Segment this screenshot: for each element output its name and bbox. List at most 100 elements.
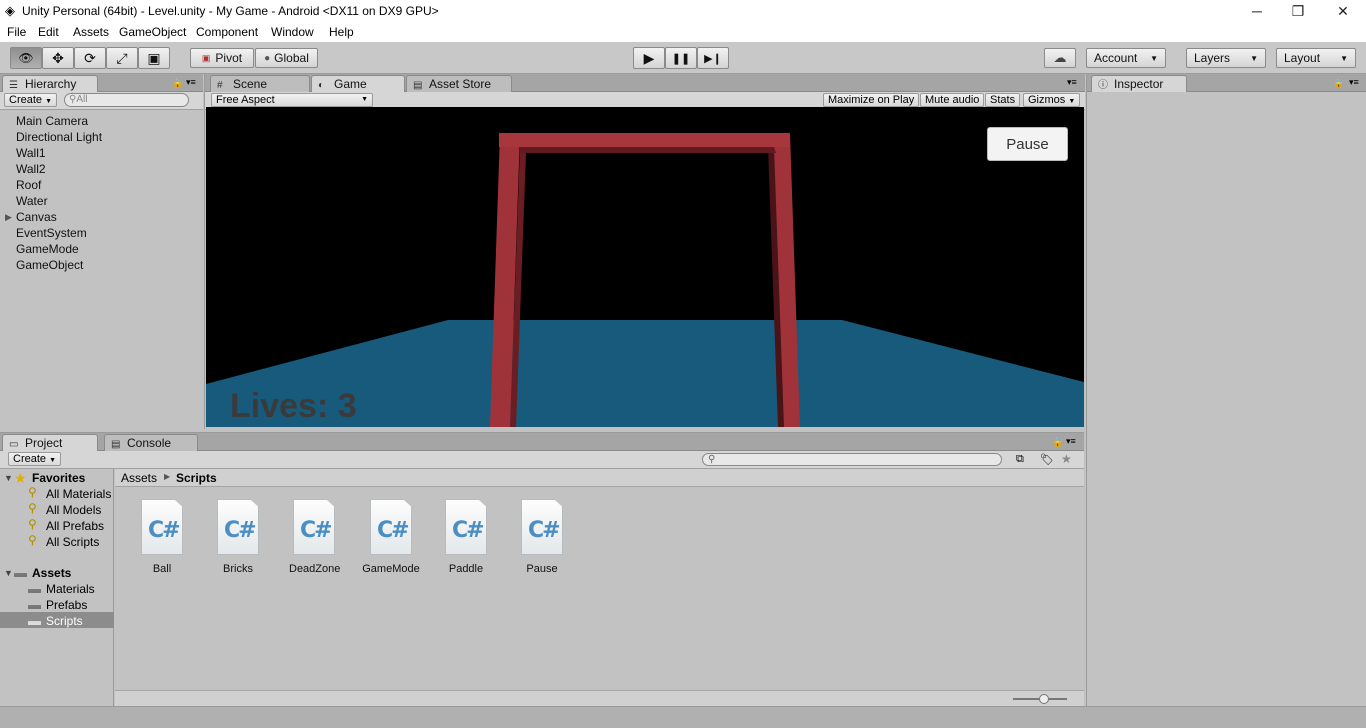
- script-asset[interactable]: C# Paddle: [441, 499, 491, 575]
- favorite-star-icon[interactable]: ★: [1061, 452, 1072, 466]
- dropdown-arrow-icon: ▼: [45, 98, 53, 105]
- project-create-button[interactable]: Create ▼: [8, 452, 62, 466]
- menu-assets[interactable]: Assets: [73, 25, 109, 39]
- tab-game[interactable]: ◐ Game: [311, 75, 405, 92]
- breadcrumb-assets[interactable]: Assets: [121, 471, 157, 485]
- hierarchy-item[interactable]: Main Camera: [16, 114, 88, 128]
- menu-file[interactable]: File: [7, 25, 26, 39]
- layout-dropdown[interactable]: Layout ▼: [1276, 48, 1356, 68]
- project-search-input[interactable]: ⚲: [702, 453, 1002, 466]
- rect-tool-button[interactable]: ▣: [138, 47, 170, 69]
- lives-text: Lives: 3: [230, 387, 357, 425]
- play-button[interactable]: ▶: [633, 47, 665, 69]
- hierarchy-item[interactable]: Canvas: [16, 210, 57, 224]
- maximize-on-play-toggle[interactable]: Maximize on Play: [823, 93, 920, 107]
- collapse-arrow-icon[interactable]: ▼: [4, 568, 13, 578]
- script-asset[interactable]: C# Pause: [517, 499, 567, 575]
- breadcrumb-arrow-icon: ▶: [164, 472, 171, 481]
- dropdown-arrow-icon: ▼: [1150, 53, 1158, 63]
- favorites-label[interactable]: Favorites: [32, 471, 85, 485]
- folder-item[interactable]: Prefabs: [46, 598, 87, 612]
- favorite-item[interactable]: All Materials: [46, 487, 111, 501]
- pause-toolbar-button[interactable]: ❚❚: [665, 47, 697, 69]
- view-tool-button[interactable]: 👁: [10, 47, 42, 69]
- pause-game-button[interactable]: Pause: [987, 127, 1068, 161]
- menu-window[interactable]: Window: [271, 25, 314, 39]
- favorite-item[interactable]: All Prefabs: [46, 519, 104, 533]
- zoom-slider-thumb[interactable]: [1039, 694, 1049, 704]
- menu-component[interactable]: Component: [196, 25, 258, 39]
- tab-console[interactable]: ▤ Console: [104, 434, 198, 451]
- folder-icon: ▬: [14, 565, 27, 580]
- global-toggle[interactable]: ● Global: [255, 48, 318, 68]
- assets-root-label[interactable]: Assets: [32, 566, 71, 580]
- hierarchy-item[interactable]: EventSystem: [16, 226, 87, 240]
- hierarchy-create-button[interactable]: Create ▼: [4, 93, 58, 107]
- hierarchy-item[interactable]: Roof: [16, 178, 41, 192]
- tab-scene[interactable]: # Scene: [210, 75, 310, 92]
- script-asset[interactable]: C# DeadZone: [289, 499, 340, 575]
- tab-project[interactable]: ▭ Project: [2, 434, 98, 451]
- move-tool-button[interactable]: ✥: [42, 47, 74, 69]
- menu-help[interactable]: Help: [329, 25, 354, 39]
- move-icon: ✥: [52, 49, 64, 66]
- stats-toggle[interactable]: Stats: [985, 93, 1021, 107]
- script-asset[interactable]: C# Bricks: [213, 499, 263, 575]
- script-asset[interactable]: C# Ball: [137, 499, 187, 575]
- hierarchy-item[interactable]: GameMode: [16, 242, 79, 256]
- scale-tool-button[interactable]: ⤢: [106, 47, 138, 69]
- tab-inspector[interactable]: ⓘ Inspector: [1091, 75, 1187, 92]
- mute-audio-toggle[interactable]: Mute audio: [920, 93, 985, 107]
- favorite-item[interactable]: All Scripts: [46, 535, 99, 549]
- hierarchy-item[interactable]: Water: [16, 194, 48, 208]
- script-asset[interactable]: C# GameMode: [361, 499, 421, 575]
- panel-menu-icon[interactable]: ▾≡: [186, 77, 196, 88]
- folder-icon: ▬: [28, 613, 41, 628]
- rotate-tool-button[interactable]: ⟳: [74, 47, 106, 69]
- hierarchy-item[interactable]: Wall1: [16, 146, 46, 160]
- tab-asset-store[interactable]: ▤ Asset Store: [406, 75, 512, 92]
- account-dropdown[interactable]: Account ▼: [1086, 48, 1166, 68]
- panel-menu-icon[interactable]: ▾≡: [1066, 436, 1076, 447]
- close-button[interactable]: ✕: [1320, 0, 1366, 22]
- breadcrumb-scripts[interactable]: Scripts: [176, 471, 217, 485]
- lock-icon[interactable]: 🔒: [1052, 437, 1063, 448]
- hierarchy-search-input[interactable]: ⚲All: [64, 93, 189, 107]
- search-filter-icon: ⚲: [28, 533, 37, 547]
- panel-menu-icon[interactable]: ▾≡: [1067, 77, 1077, 88]
- tab-label: Game: [334, 77, 367, 91]
- expand-arrow-icon[interactable]: ▶: [5, 212, 12, 223]
- filter-label-icon[interactable]: 🏷: [1040, 453, 1054, 466]
- filter-type-icon[interactable]: ⧉: [1016, 453, 1024, 466]
- maximize-button[interactable]: ❐: [1275, 0, 1321, 22]
- csharp-script-icon: C#: [293, 499, 335, 555]
- layers-label: Layers: [1194, 51, 1231, 65]
- pivot-toggle[interactable]: ▣ Pivot: [190, 48, 254, 68]
- title-bar: ◈ Unity Personal (64bit) - Level.unity -…: [0, 0, 1366, 24]
- asset-label: Paddle: [448, 563, 484, 575]
- panel-menu-icon[interactable]: ▾≡: [1349, 77, 1359, 88]
- gizmos-dropdown[interactable]: Gizmos ▼: [1023, 93, 1081, 107]
- favorite-item[interactable]: All Models: [46, 503, 101, 517]
- collapse-arrow-icon[interactable]: ▼: [4, 473, 13, 483]
- dropdown-arrow-icon: ▼: [1250, 53, 1258, 63]
- folder-item-selected[interactable]: Scripts: [46, 614, 83, 628]
- hierarchy-item[interactable]: Wall2: [16, 162, 46, 176]
- tab-hierarchy[interactable]: ☰ Hierarchy: [2, 75, 98, 92]
- aspect-dropdown[interactable]: Free Aspect ▼: [211, 93, 373, 107]
- lock-icon[interactable]: 🔒: [1333, 78, 1344, 89]
- menu-bar: File Edit Assets GameObject Component Wi…: [0, 24, 1366, 42]
- lock-icon[interactable]: 🔒: [172, 78, 183, 89]
- hierarchy-item[interactable]: GameObject: [16, 258, 83, 272]
- folder-item[interactable]: Materials: [46, 582, 95, 596]
- project-subbar: Create ▼ ⚲ ⧉ 🏷 ★: [0, 451, 1084, 469]
- aspect-label: Free Aspect: [216, 94, 275, 106]
- step-button[interactable]: ▶❙: [697, 47, 729, 69]
- cloud-button[interactable]: ☁: [1044, 48, 1076, 68]
- hierarchy-item[interactable]: Directional Light: [16, 130, 102, 144]
- layers-dropdown[interactable]: Layers ▼: [1186, 48, 1266, 68]
- menu-edit[interactable]: Edit: [38, 25, 59, 39]
- menu-gameobject[interactable]: GameObject: [119, 25, 186, 39]
- minimize-button[interactable]: ─: [1234, 0, 1280, 22]
- game-viewport[interactable]: Pause Lives: 3: [206, 107, 1084, 427]
